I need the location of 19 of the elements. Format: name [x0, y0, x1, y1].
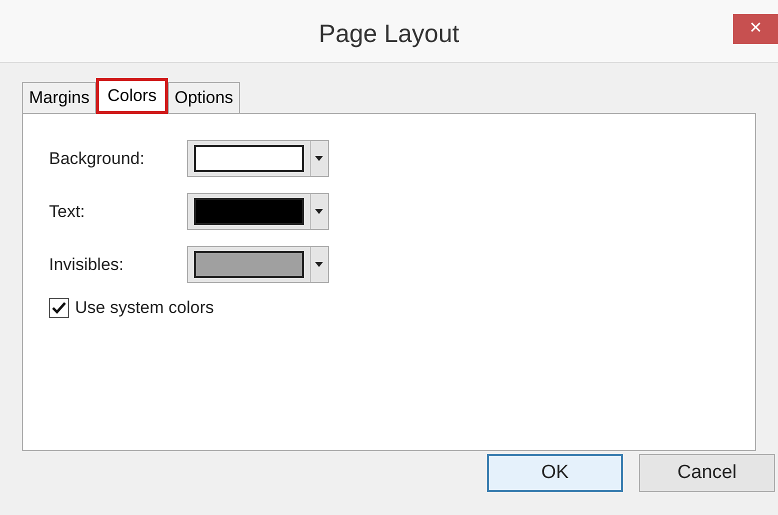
color-label: Invisibles:: [49, 254, 125, 276]
checkmark-icon: [52, 302, 66, 314]
close-button[interactable]: ✕: [733, 14, 778, 44]
tab[interactable]: Margins: [22, 82, 96, 113]
color-picker[interactable]: [187, 193, 329, 230]
dropdown-arrow-icon: [315, 156, 323, 161]
dropdown-arrow-icon: [315, 209, 323, 214]
checkbox-label: Use system colors: [75, 297, 214, 319]
tab[interactable]: Options: [168, 82, 240, 113]
color-picker[interactable]: [187, 140, 329, 177]
color-label: Background:: [49, 148, 146, 170]
tab[interactable]: Colors: [96, 78, 168, 114]
checkbox[interactable]: [49, 298, 69, 318]
color-label: Text:: [49, 200, 86, 223]
dropdown-arrow-icon: [315, 262, 323, 267]
dialog-button[interactable]: OK: [487, 454, 623, 492]
dialog-button[interactable]: Cancel: [639, 454, 775, 492]
color-picker[interactable]: [187, 246, 329, 283]
window-title: Page Layout: [318, 19, 460, 50]
